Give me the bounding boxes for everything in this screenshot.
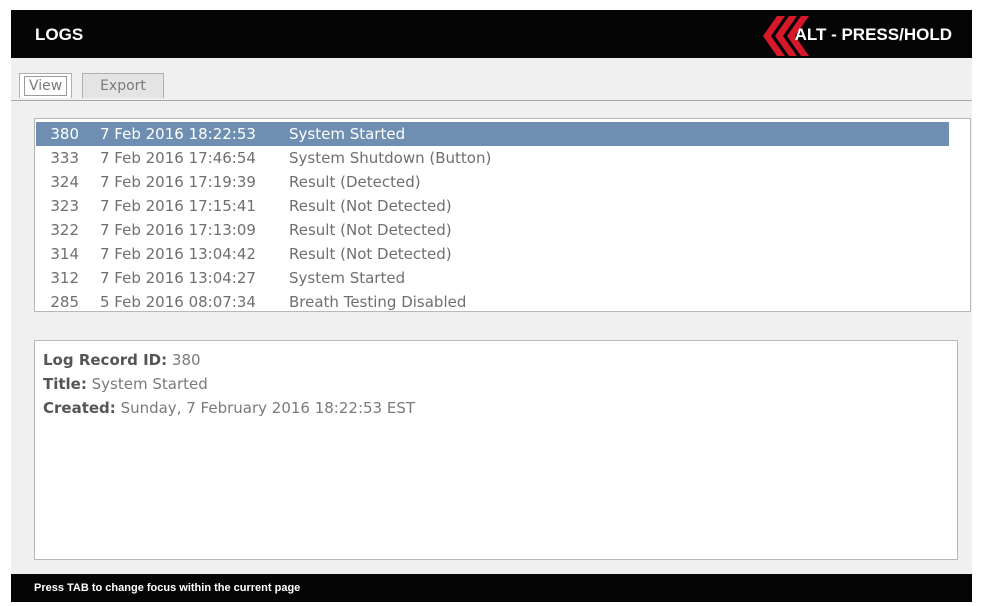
log-row[interactable]: 322 7 Feb 2016 17:13:09 Result (Not Dete… — [36, 218, 949, 242]
log-title: Result (Not Detected) — [289, 221, 452, 239]
log-date: 7 Feb 2016 13:04:42 — [100, 245, 256, 263]
log-row[interactable]: 312 7 Feb 2016 13:04:27 System Started — [36, 266, 949, 290]
log-title: Result (Detected) — [289, 173, 421, 191]
detail-created-value: Sunday, 7 February 2016 18:22:53 EST — [120, 399, 416, 417]
tab-view-label: View — [24, 76, 68, 96]
log-title: Result (Not Detected) — [289, 197, 452, 215]
tab-view[interactable]: View — [19, 73, 73, 98]
log-title: System Started — [289, 269, 406, 287]
logs-screen: LOGS ALT - PRESS/HOLD View Export 380 7 … — [11, 10, 972, 602]
detail-title-value: System Started — [91, 375, 208, 393]
log-title: System Started — [289, 125, 406, 143]
detail-created: Created: Sunday, 7 February 2016 18:22:5… — [43, 399, 415, 417]
tab-bar: View Export — [11, 66, 972, 101]
log-row[interactable]: 324 7 Feb 2016 17:19:39 Result (Detected… — [36, 170, 949, 194]
log-id: 380 — [50, 125, 79, 143]
log-date: 7 Feb 2016 17:15:41 — [100, 197, 256, 215]
log-date: 7 Feb 2016 18:22:53 — [100, 125, 256, 143]
detail-record-id: Log Record ID: 380 — [43, 351, 201, 369]
detail-title-label: Title: — [43, 375, 87, 393]
log-row[interactable]: 323 7 Feb 2016 17:15:41 Result (Not Dete… — [36, 194, 949, 218]
log-list[interactable]: 380 7 Feb 2016 18:22:53 System Started 3… — [34, 118, 971, 312]
log-id: 285 — [50, 293, 79, 311]
detail-record-id-label: Log Record ID: — [43, 351, 168, 369]
footer-hint: Press TAB to change focus within the cur… — [34, 582, 301, 594]
detail-title: Title: System Started — [43, 375, 208, 393]
tab-export-label: Export — [100, 78, 146, 94]
log-id: 312 — [50, 269, 79, 287]
tab-export[interactable]: Export — [82, 73, 164, 98]
detail-created-label: Created: — [43, 399, 116, 417]
log-date: 7 Feb 2016 13:04:27 — [100, 269, 256, 287]
log-row[interactable]: 314 7 Feb 2016 13:04:42 Result (Not Dete… — [36, 242, 949, 266]
log-date: 5 Feb 2016 08:07:34 — [100, 293, 256, 311]
log-id: 333 — [50, 149, 79, 167]
log-row[interactable]: 333 7 Feb 2016 17:46:54 System Shutdown … — [36, 146, 949, 170]
log-row-selected[interactable]: 380 7 Feb 2016 18:22:53 System Started — [36, 122, 949, 146]
log-date: 7 Feb 2016 17:13:09 — [100, 221, 256, 239]
log-id: 314 — [50, 245, 79, 263]
detail-record-id-value: 380 — [171, 351, 201, 369]
log-date: 7 Feb 2016 17:19:39 — [100, 173, 256, 191]
log-title: System Shutdown (Button) — [289, 149, 492, 167]
log-id: 323 — [50, 197, 79, 215]
log-title: Result (Not Detected) — [289, 245, 452, 263]
alt-press-hold-label[interactable]: ALT - PRESS/HOLD — [795, 25, 952, 45]
header-bar: LOGS ALT - PRESS/HOLD — [11, 10, 972, 58]
log-id: 322 — [50, 221, 79, 239]
page-title: LOGS — [35, 25, 84, 44]
log-id: 324 — [50, 173, 79, 191]
log-detail-panel: Log Record ID: 380 Title: System Started… — [34, 340, 958, 560]
log-date: 7 Feb 2016 17:46:54 — [100, 149, 256, 167]
log-row[interactable]: 285 5 Feb 2016 08:07:34 Breath Testing D… — [36, 290, 949, 311]
log-title: Breath Testing Disabled — [289, 293, 467, 311]
footer-bar: Press TAB to change focus within the cur… — [11, 574, 972, 602]
